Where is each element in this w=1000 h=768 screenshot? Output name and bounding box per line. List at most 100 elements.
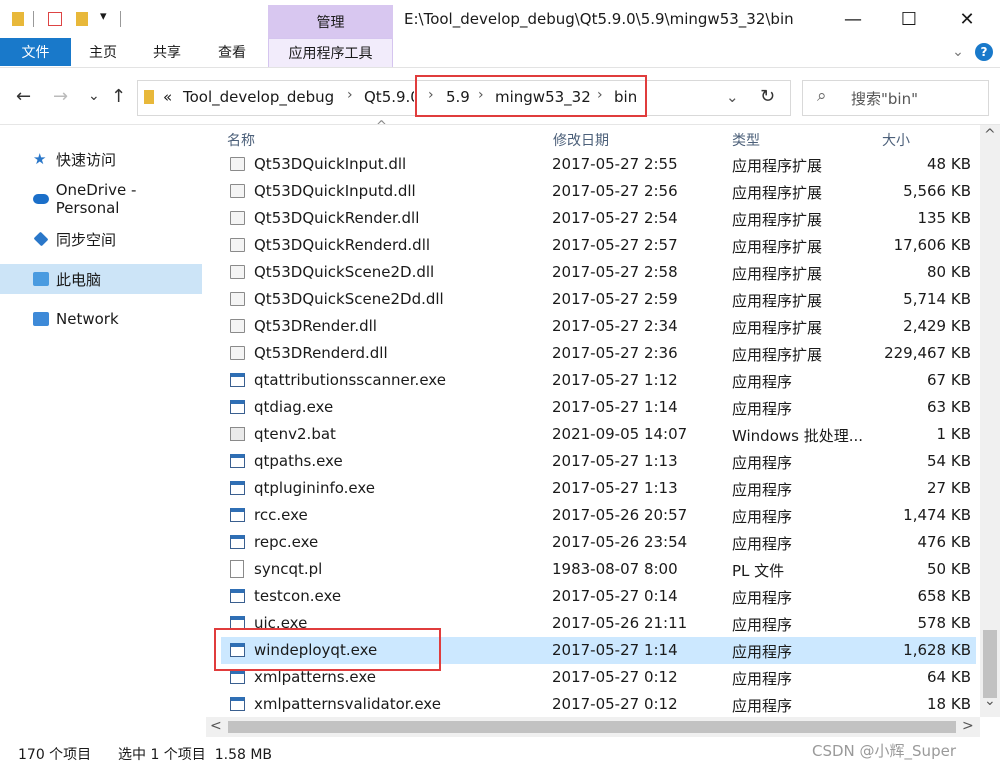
crumb-tool-develop-debug[interactable]: Tool_develop_debug xyxy=(183,88,334,106)
address-overflow[interactable]: « xyxy=(163,88,172,106)
tab-application-tools[interactable]: 应用程序工具 xyxy=(268,38,393,67)
manage-tab[interactable]: 管理 xyxy=(268,5,393,38)
file-row[interactable]: qtdiag.exe 2017-05-27 1:14 应用程序 63 KB xyxy=(221,394,976,421)
file-size: 135 KB xyxy=(917,209,971,227)
file-size: 1,474 KB xyxy=(903,506,971,524)
refresh-icon[interactable]: ↻ xyxy=(760,86,775,107)
file-type: 应用程序 xyxy=(732,400,793,418)
back-icon[interactable]: ← xyxy=(16,86,31,107)
file-row[interactable]: Qt53DQuickInput.dll 2017-05-27 2:55 应用程序扩展… xyxy=(221,151,976,178)
tab-view[interactable]: 查看 xyxy=(207,38,257,66)
file-type: 应用程序 xyxy=(732,535,793,553)
file-type: 应用程序扩展 xyxy=(732,211,823,229)
help-glyph: ? xyxy=(975,43,993,61)
file-row[interactable]: xmlpatternsvalidator.exe 2017-05-27 0:12 应… xyxy=(221,691,976,718)
search-icon: ⌕ xyxy=(817,86,827,106)
column-header-size[interactable]: 大小 xyxy=(882,130,910,150)
file-name: Qt53DRender.dll xyxy=(254,317,377,335)
file-size: 50 KB xyxy=(927,560,971,578)
vertical-scrollbar[interactable]: ^ ⌄ xyxy=(980,125,1000,717)
scroll-up-icon[interactable]: ^ xyxy=(984,127,996,143)
file-row[interactable]: Qt53DQuickInputd.dll 2017-05-27 2:56 应用程序扩… xyxy=(221,178,976,205)
address-bar[interactable]: « Tool_develop_debug › Qt5.9.0 › 5.9 › m… xyxy=(137,75,791,117)
file-name: Qt53DQuickScene2Dd.dll xyxy=(254,290,444,308)
file-type: 应用程序 xyxy=(732,373,793,391)
folder-icon xyxy=(12,12,24,26)
file-row[interactable]: syncqt.pl 1983-08-07 8:00 PL 文件 50 KB xyxy=(221,556,976,583)
recent-locations-icon[interactable]: ⌄ xyxy=(88,88,100,104)
maximize-button[interactable]: ☐ xyxy=(886,0,932,38)
file-row[interactable]: qtplugininfo.exe 2017-05-27 1:13 应用程序 27 KB xyxy=(221,475,976,502)
search-input[interactable]: ⌕ 搜索"bin" xyxy=(802,80,989,116)
file-row[interactable]: Qt53DQuickRender.dll 2017-05-27 2:54 应用程序扩… xyxy=(221,205,976,232)
up-icon[interactable]: ↑ xyxy=(111,86,126,107)
nav-item-network[interactable]: Network xyxy=(0,304,202,334)
vertical-scroll-thumb[interactable] xyxy=(983,630,997,698)
star-icon: ★ xyxy=(33,150,47,168)
nav-item-onedrive[interactable]: OneDrive - Personal xyxy=(0,181,202,217)
file-row[interactable]: Qt53DQuickScene2D.dll 2017-05-27 2:58 应用程序… xyxy=(221,259,976,286)
file-row[interactable]: rcc.exe 2017-05-26 20:57 应用程序 1,474 KB xyxy=(221,502,976,529)
file-row[interactable]: qtenv2.bat 2021-09-05 14:07 Windows 批处理...… xyxy=(221,421,976,448)
file-row[interactable]: Qt53DRender.dll 2017-05-27 2:34 应用程序扩展 2,42… xyxy=(221,313,976,340)
tab-share[interactable]: 共享 xyxy=(142,38,192,66)
new-folder-icon[interactable] xyxy=(76,12,88,26)
nav-item-quick-access[interactable]: ★ 快速访问 xyxy=(0,144,202,174)
separator xyxy=(33,11,34,27)
column-header-type[interactable]: 类型 xyxy=(732,130,760,150)
file-row[interactable]: testcon.exe 2017-05-27 0:14 应用程序 658 KB xyxy=(221,583,976,610)
file-size: 229,467 KB xyxy=(884,344,971,362)
column-header-date[interactable]: 修改日期 xyxy=(553,130,609,150)
file-row[interactable]: Qt53DRenderd.dll 2017-05-27 2:36 应用程序扩展 229… xyxy=(221,340,976,367)
file-size: 5,566 KB xyxy=(903,182,971,200)
tab-home[interactable]: 主页 xyxy=(78,38,128,66)
file-size: 17,606 KB xyxy=(893,236,971,254)
file-row[interactable]: Qt53DQuickRenderd.dll 2017-05-27 2:57 应用程序… xyxy=(221,232,976,259)
forward-icon[interactable]: → xyxy=(53,86,68,107)
tab-file[interactable]: 文件 xyxy=(0,38,71,66)
crumb-qt590[interactable]: Qt5.9.0 xyxy=(364,88,414,106)
selection-info: 选中 1 个项目 1.58 MB xyxy=(118,747,273,763)
address-row: ← → ⌄ ↑ « Tool_develop_debug › Qt5.9.0 ›… xyxy=(0,68,1000,125)
file-date: 2017-05-27 1:12 xyxy=(552,371,678,389)
close-button[interactable]: ✕ xyxy=(944,0,990,38)
computer-icon xyxy=(33,272,49,286)
properties-icon[interactable] xyxy=(48,12,62,26)
file-date: 2017-05-27 0:12 xyxy=(552,668,678,686)
file-date: 2017-05-26 23:54 xyxy=(552,533,688,551)
exe-file-icon xyxy=(230,508,245,522)
scroll-down-icon[interactable]: ⌄ xyxy=(984,693,996,709)
horizontal-scroll-thumb[interactable] xyxy=(228,721,956,733)
file-row[interactable]: Qt53DQuickScene2Dd.dll 2017-05-27 2:59 应用程… xyxy=(221,286,976,313)
file-date: 2017-05-27 1:13 xyxy=(552,452,678,470)
file-type: Windows 批处理... xyxy=(732,427,864,445)
crumb-separator[interactable]: › xyxy=(347,87,353,103)
nav-item-sync-space[interactable]: 同步空间 xyxy=(0,224,202,254)
file-type: 应用程序 xyxy=(732,454,793,472)
file-date: 2017-05-27 2:55 xyxy=(552,155,678,173)
file-row[interactable]: qtpaths.exe 2017-05-27 1:13 应用程序 54 KB xyxy=(221,448,976,475)
scroll-left-icon[interactable]: < xyxy=(210,718,222,734)
file-date: 2017-05-27 1:13 xyxy=(552,479,678,497)
address-dropdown-icon[interactable]: ⌄ xyxy=(726,88,739,106)
file-size: 658 KB xyxy=(917,587,971,605)
exe-file-icon xyxy=(230,481,245,495)
minimize-button[interactable]: — xyxy=(830,0,876,38)
collapse-ribbon-icon[interactable]: ⌄ xyxy=(948,38,968,66)
file-name: qtenv2.bat xyxy=(254,425,336,443)
nav-item-this-pc[interactable]: 此电脑 xyxy=(0,264,202,294)
quick-access-dropdown-icon[interactable]: ▾ xyxy=(100,9,107,24)
pl-file-icon xyxy=(230,560,244,578)
file-row[interactable]: qtattributionsscanner.exe 2017-05-27 1:12… xyxy=(221,367,976,394)
file-name: Qt53DQuickInput.dll xyxy=(254,155,407,173)
file-date: 2017-05-27 2:57 xyxy=(552,236,678,254)
file-row[interactable]: repc.exe 2017-05-26 23:54 应用程序 476 KB xyxy=(221,529,976,556)
file-type: 应用程序扩展 xyxy=(732,346,823,364)
folder-icon xyxy=(144,90,154,104)
horizontal-scrollbar[interactable]: < > xyxy=(206,717,980,737)
column-header-name[interactable]: 名称 xyxy=(227,130,255,150)
scroll-right-icon[interactable]: > xyxy=(962,718,974,734)
help-icon[interactable]: ? xyxy=(974,38,994,66)
file-date: 2017-05-26 21:11 xyxy=(552,614,688,632)
exe-file-icon xyxy=(230,373,245,387)
